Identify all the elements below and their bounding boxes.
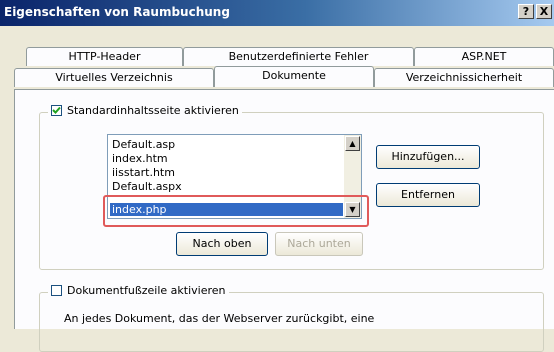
list-item[interactable]: Default.asp — [112, 138, 175, 151]
remove-button-label: Entfernen — [401, 188, 455, 201]
close-button[interactable]: X — [536, 4, 552, 19]
remove-button[interactable]: Entfernen — [376, 183, 480, 207]
tab-documents[interactable]: Dokumente — [214, 66, 374, 87]
scroll-up-icon[interactable]: ▲ — [345, 136, 360, 151]
default-content-checkbox[interactable] — [51, 105, 62, 116]
footer-checkbox[interactable] — [51, 285, 62, 296]
list-item[interactable]: Default.aspx — [112, 180, 182, 193]
window-title: Eigenschaften von Raumbuchung — [4, 5, 230, 19]
move-down-label: Nach unten — [287, 237, 351, 250]
tab-http-header[interactable]: HTTP-Header — [26, 47, 183, 66]
footer-description: An jedes Dokument, das der Webserver zur… — [64, 312, 375, 325]
checkmark-icon — [52, 106, 61, 114]
tab-virtual-directory[interactable]: Virtuelles Verzeichnis — [14, 68, 214, 87]
list-item[interactable]: iisstart.htm — [112, 166, 175, 179]
default-content-checkbox-row[interactable]: Standardinhaltsseite aktivieren — [48, 104, 242, 117]
footer-checkbox-row[interactable]: Dokumentfußzeile aktivieren — [48, 284, 229, 297]
move-up-label: Nach oben — [192, 237, 252, 250]
tab-directory-security[interactable]: Verzeichnissicherheit — [374, 68, 554, 87]
add-button-label: Hinzufügen... — [391, 150, 465, 163]
add-button[interactable]: Hinzufügen... — [376, 145, 480, 169]
highlight-box — [103, 195, 369, 227]
help-button[interactable]: ? — [518, 4, 534, 19]
title-bar: Eigenschaften von Raumbuchung ? X — [0, 0, 554, 26]
tab-custom-errors[interactable]: Benutzerdefinierte Fehler — [183, 47, 414, 66]
list-item[interactable]: index.htm — [112, 152, 168, 165]
move-up-button[interactable]: Nach oben — [176, 232, 268, 256]
default-content-label: Standardinhaltsseite aktivieren — [67, 104, 239, 117]
tab-aspnet[interactable]: ASP.NET — [414, 47, 554, 66]
move-down-button[interactable]: Nach unten — [275, 232, 363, 256]
footer-label: Dokumentfußzeile aktivieren — [67, 284, 226, 297]
